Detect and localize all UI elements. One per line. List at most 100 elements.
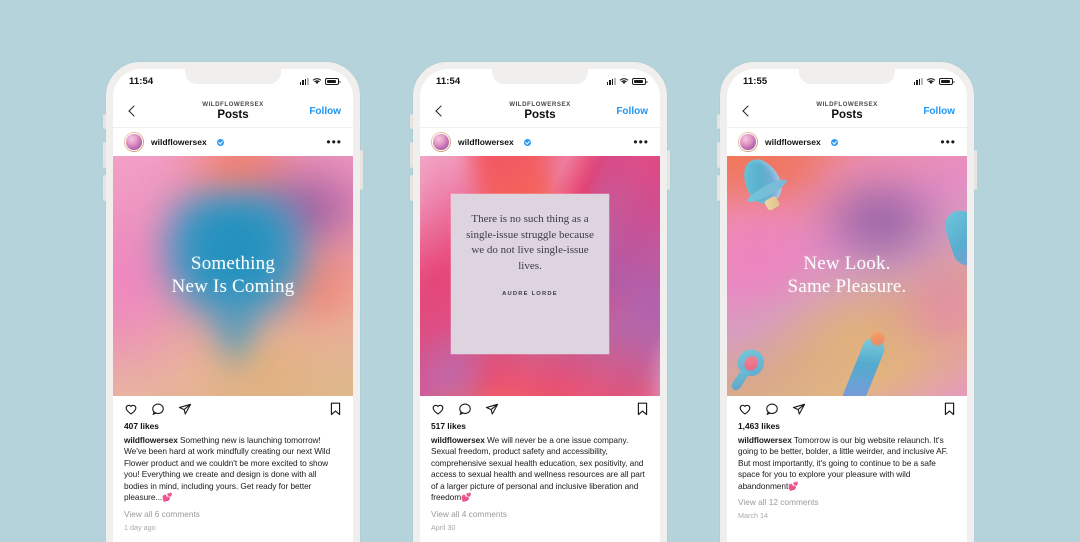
chevron-left-icon[interactable]: [739, 103, 755, 119]
share-icon[interactable]: [178, 402, 192, 416]
phone-screen-2: 11:54 WILDFLOWERSEX Posts Follow wildflo…: [420, 69, 660, 542]
screenshot-canvas: 11:54 WILDFLOWERSEX Posts Follow wildflo…: [0, 0, 1080, 542]
status-time: 11:54: [129, 76, 154, 87]
power-button[interactable]: [667, 150, 670, 190]
post-media-1[interactable]: Something New Is Coming: [113, 156, 353, 396]
battery-icon: [632, 77, 648, 85]
follow-button[interactable]: Follow: [309, 106, 341, 117]
post-caption: wildflowersex We will never be a one iss…: [420, 431, 660, 504]
post-actions: [727, 396, 967, 422]
phone-screen-3: 11:55 WILDFLOWERSEX Posts Follow wildflo…: [727, 69, 967, 542]
comment-icon[interactable]: [765, 402, 779, 416]
heart-icon[interactable]: [431, 402, 445, 416]
status-icons: [913, 77, 955, 85]
post-media-2[interactable]: There is no such thing as a single-issue…: [420, 156, 660, 396]
verified-badge-icon: [523, 138, 531, 146]
view-comments-link[interactable]: View all 4 comments: [420, 504, 660, 519]
volume-down-button[interactable]: [717, 175, 720, 201]
phone-screen-1: 11:54 WILDFLOWERSEX Posts Follow wildflo…: [113, 69, 353, 542]
nav-bar: WILDFLOWERSEX Posts Follow: [420, 95, 660, 128]
wifi-icon: [312, 78, 322, 85]
product-wand-illustration: [727, 344, 770, 395]
view-comments-link[interactable]: View all 6 comments: [113, 504, 353, 519]
post-actions: [420, 396, 660, 422]
notch: [799, 69, 895, 84]
comment-icon[interactable]: [151, 402, 165, 416]
share-icon[interactable]: [792, 402, 806, 416]
media-overlay-text: New Look. Same Pleasure.: [727, 252, 967, 298]
cellular-signal-icon: [299, 77, 309, 85]
media-overlay-text: Something New Is Coming: [113, 252, 353, 298]
caption-username[interactable]: wildflowersex: [124, 435, 178, 445]
post-header: wildflowersex •••: [113, 128, 353, 156]
verified-badge-icon: [830, 138, 838, 146]
avatar[interactable]: [431, 132, 451, 152]
post-header: wildflowersex •••: [727, 128, 967, 156]
more-options-icon[interactable]: •••: [326, 136, 342, 148]
cellular-signal-icon: [606, 77, 616, 85]
avatar[interactable]: [738, 132, 758, 152]
heart-emoji: 💕: [788, 480, 799, 491]
post-timestamp: 1 day ago: [124, 522, 156, 532]
phone-mockup-3: 11:55 WILDFLOWERSEX Posts Follow wildflo…: [717, 62, 977, 542]
post-username[interactable]: wildflowersex: [765, 137, 821, 147]
follow-button[interactable]: Follow: [923, 106, 955, 117]
volume-up-button[interactable]: [103, 142, 106, 168]
chevron-left-icon[interactable]: [432, 103, 448, 119]
post-header: wildflowersex •••: [420, 128, 660, 156]
nav-bar: WILDFLOWERSEX Posts Follow: [113, 95, 353, 128]
volume-up-button[interactable]: [717, 142, 720, 168]
heart-emoji: 💕: [162, 492, 173, 503]
caption-username[interactable]: wildflowersex: [738, 435, 792, 445]
mute-switch[interactable]: [717, 114, 720, 129]
share-icon[interactable]: [485, 402, 499, 416]
mute-switch[interactable]: [410, 114, 413, 129]
post-caption: wildflowersex Something new is launching…: [113, 431, 353, 504]
battery-icon: [325, 77, 341, 85]
media-text-line-1: Something: [190, 253, 276, 274]
notch: [185, 69, 281, 84]
more-options-icon[interactable]: •••: [633, 136, 649, 148]
post-actions: [113, 396, 353, 422]
wifi-icon: [619, 78, 629, 85]
mute-switch[interactable]: [103, 114, 106, 129]
bookmark-icon[interactable]: [636, 402, 649, 416]
notch: [492, 69, 588, 84]
status-icons: [299, 77, 341, 85]
phone-mockup-2: 11:54 WILDFLOWERSEX Posts Follow wildflo…: [410, 62, 670, 542]
status-time: 11:54: [436, 76, 461, 87]
chevron-left-icon[interactable]: [125, 103, 141, 119]
post-timestamp: April 30: [431, 522, 456, 532]
caption-username[interactable]: wildflowersex: [431, 435, 485, 445]
comment-icon[interactable]: [458, 402, 472, 416]
bookmark-icon[interactable]: [329, 402, 342, 416]
bookmark-icon[interactable]: [943, 402, 956, 416]
volume-down-button[interactable]: [103, 175, 106, 201]
battery-icon: [939, 77, 955, 85]
post-timestamp: March 14: [738, 511, 768, 521]
power-button[interactable]: [974, 150, 977, 190]
volume-up-button[interactable]: [410, 142, 413, 168]
quote-text: There is no such thing as a single-issue…: [466, 213, 594, 272]
post-caption: wildflowersex Tomorrow is our big websit…: [727, 431, 967, 492]
follow-button[interactable]: Follow: [616, 106, 648, 117]
view-comments-link[interactable]: View all 12 comments: [727, 492, 967, 507]
more-options-icon[interactable]: •••: [940, 136, 956, 148]
heart-icon[interactable]: [738, 402, 752, 416]
volume-down-button[interactable]: [410, 175, 413, 201]
cellular-signal-icon: [913, 77, 923, 85]
status-time: 11:55: [743, 76, 768, 87]
avatar[interactable]: [124, 132, 144, 152]
power-button[interactable]: [360, 150, 363, 190]
post-username[interactable]: wildflowersex: [458, 137, 514, 147]
quote-card: There is no such thing as a single-issue…: [451, 194, 609, 354]
nav-bar: WILDFLOWERSEX Posts Follow: [727, 95, 967, 128]
heart-emoji: 💕: [461, 492, 472, 503]
post-username[interactable]: wildflowersex: [151, 137, 207, 147]
post-media-3[interactable]: New Look. Same Pleasure.: [727, 156, 967, 396]
status-icons: [606, 77, 648, 85]
caption-text: Something new is launching tomorrow! We'…: [124, 435, 331, 503]
wifi-icon: [926, 78, 936, 85]
heart-icon[interactable]: [124, 402, 138, 416]
media-text-line-2: New Is Coming: [171, 276, 295, 298]
